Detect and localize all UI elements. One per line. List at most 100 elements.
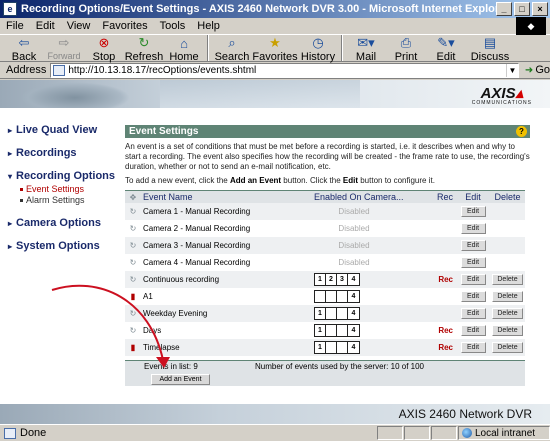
edit-event-button[interactable]: Edit	[460, 342, 486, 353]
ie-page-icon: e	[3, 2, 17, 16]
events-used: Number of events used by the server: 10 …	[255, 362, 424, 371]
header-rec: Rec	[436, 192, 453, 202]
stop-button[interactable]: ⊗ Stop	[84, 35, 124, 63]
menu-view[interactable]: View	[67, 20, 91, 32]
nav-live-quad-view[interactable]: ▸ Live Quad View	[8, 124, 123, 136]
table-row: ↻ Camera 2 - Manual Recording Disabled Edit	[125, 220, 525, 237]
nav-system-options[interactable]: ▸ System Options	[8, 240, 123, 252]
go-button[interactable]: ➜ Go	[525, 64, 550, 76]
forward-button[interactable]: ⇨ Forward	[44, 35, 84, 61]
bullet-icon	[20, 198, 23, 202]
nav-event-settings[interactable]: Event Settings	[20, 184, 123, 194]
event-name: Days	[143, 326, 162, 335]
enabled-cameras: Disabled	[314, 258, 432, 267]
menu-edit[interactable]: Edit	[36, 20, 55, 32]
camera-indicators: 14	[314, 307, 360, 320]
event-name: Camera 1 - Manual Recording	[143, 207, 251, 216]
camera-event-icon: ↻	[129, 241, 137, 250]
menu-bar: File Edit View Favorites Tools Help ◆	[0, 17, 550, 35]
status-text: Done	[20, 427, 47, 439]
edit-event-button[interactable]: Edit	[460, 325, 486, 336]
mail-button[interactable]: ✉▾ Mail	[346, 35, 386, 63]
nav-arrow-icon: ▸	[8, 218, 13, 228]
menu-favorites[interactable]: Favorites	[102, 20, 147, 32]
nav-label: Camera Options	[16, 217, 101, 229]
header-event-name: Event Name	[143, 192, 193, 202]
rec-indicator: Rec	[438, 275, 453, 284]
edit-event-button[interactable]: Edit	[460, 291, 486, 302]
address-bar: Address http://10.13.18.17/recOptions/ev…	[0, 62, 550, 79]
edit-event-button[interactable]: Edit	[460, 240, 486, 251]
nav-camera-options[interactable]: ▸ Camera Options	[8, 217, 123, 229]
edit-cell: Edit	[456, 325, 490, 336]
camera-indicator: 3	[337, 274, 348, 285]
nav-arrow-icon: ▸	[8, 241, 13, 251]
camera-indicator	[337, 325, 348, 336]
ptz-icon: ✥	[129, 192, 137, 202]
delete-cell: Delete	[490, 342, 525, 353]
menu-tools[interactable]: Tools	[160, 20, 186, 32]
home-button[interactable]: ⌂ Home	[164, 35, 204, 64]
address-input[interactable]: http://10.13.18.17/recOptions/events.sht…	[50, 62, 519, 78]
delete-event-button[interactable]: Delete	[492, 291, 523, 302]
search-button[interactable]: ⌕ Search	[212, 35, 252, 63]
go-label: Go	[535, 64, 550, 76]
discuss-button[interactable]: ▤ Discuss	[466, 35, 514, 63]
home-icon: ⌂	[180, 35, 188, 51]
add-event-button[interactable]: Add an Event	[151, 373, 210, 385]
back-button[interactable]: ⇦ Back	[4, 35, 44, 63]
camera-indicators: 14	[314, 341, 360, 354]
edit-cell: Edit	[456, 257, 490, 268]
window-title: Recording Options/Event Settings - AXIS …	[21, 3, 496, 15]
axis-logo[interactable]: AXIS▴ COMMUNICATIONS	[472, 84, 532, 106]
camera-indicator: 2	[326, 274, 337, 285]
delete-event-button[interactable]: Delete	[492, 274, 523, 285]
close-button[interactable]: ×	[532, 2, 548, 16]
table-row: ↻ Weekday Evening 1 4 Edit Delete	[125, 305, 525, 322]
add-instructions: To add a new event, click the Add an Eve…	[125, 176, 530, 186]
edit-cell: Edit	[456, 342, 490, 353]
disabled-status: Disabled	[338, 207, 370, 216]
favorites-button[interactable]: ★ Favorites	[252, 35, 298, 63]
nav-recording-options[interactable]: ▾ Recording Options	[8, 170, 123, 182]
nav-arrow-icon: ▸	[8, 125, 13, 135]
edit-event-button[interactable]: Edit	[460, 257, 486, 268]
delete-event-button[interactable]: Delete	[492, 325, 523, 336]
table-row: ↻ Days 1 4 Rec Edit Delete	[125, 322, 525, 339]
instruction-bold: Add an Event	[229, 176, 282, 185]
print-button[interactable]: ⎙ Print	[386, 35, 426, 63]
status-cell	[377, 426, 403, 440]
minimize-button[interactable]: _	[496, 2, 512, 16]
nav-label: Recordings	[16, 147, 77, 159]
camera-indicator	[337, 342, 348, 353]
refresh-button[interactable]: ↻ Refresh	[124, 35, 164, 63]
banner-photo	[160, 80, 360, 108]
menu-help[interactable]: Help	[197, 20, 220, 32]
address-url: http://10.13.18.17/recOptions/events.sht…	[68, 64, 257, 76]
camera-event-icon: ↻	[129, 258, 137, 267]
camera-indicator	[326, 342, 337, 353]
help-icon[interactable]: ?	[516, 126, 527, 137]
history-button[interactable]: ◷ History	[298, 35, 338, 63]
edit-event-button[interactable]: Edit	[460, 274, 486, 285]
edit-event-button[interactable]: Edit	[460, 206, 486, 217]
delete-event-button[interactable]: Delete	[492, 342, 523, 353]
chevron-down-icon[interactable]: ▼	[505, 63, 518, 77]
edit-event-button[interactable]: Edit	[460, 308, 486, 319]
header-banner: AXIS▴ COMMUNICATIONS	[0, 80, 550, 108]
nav-recordings[interactable]: ▸ Recordings	[8, 147, 123, 159]
menu-file[interactable]: File	[6, 20, 24, 32]
nav-alarm-settings[interactable]: Alarm Settings	[20, 195, 123, 205]
header-enabled: Enabled On Camera...	[314, 192, 404, 202]
edit-cell: Edit	[456, 206, 490, 217]
history-icon: ◷	[312, 35, 324, 50]
printer-icon: ⎙	[400, 35, 412, 50]
delete-event-button[interactable]: Delete	[492, 308, 523, 319]
camera-indicator	[337, 291, 348, 302]
maximize-button[interactable]: □	[514, 2, 530, 16]
table-row: ↻ Camera 4 - Manual Recording Disabled Edit	[125, 254, 525, 271]
camera-indicator: 4	[348, 308, 359, 319]
edit-button[interactable]: ✎▾ Edit	[426, 35, 466, 63]
table-row: ▮ A1 4 Edit Delete	[125, 288, 525, 305]
edit-event-button[interactable]: Edit	[460, 223, 486, 234]
